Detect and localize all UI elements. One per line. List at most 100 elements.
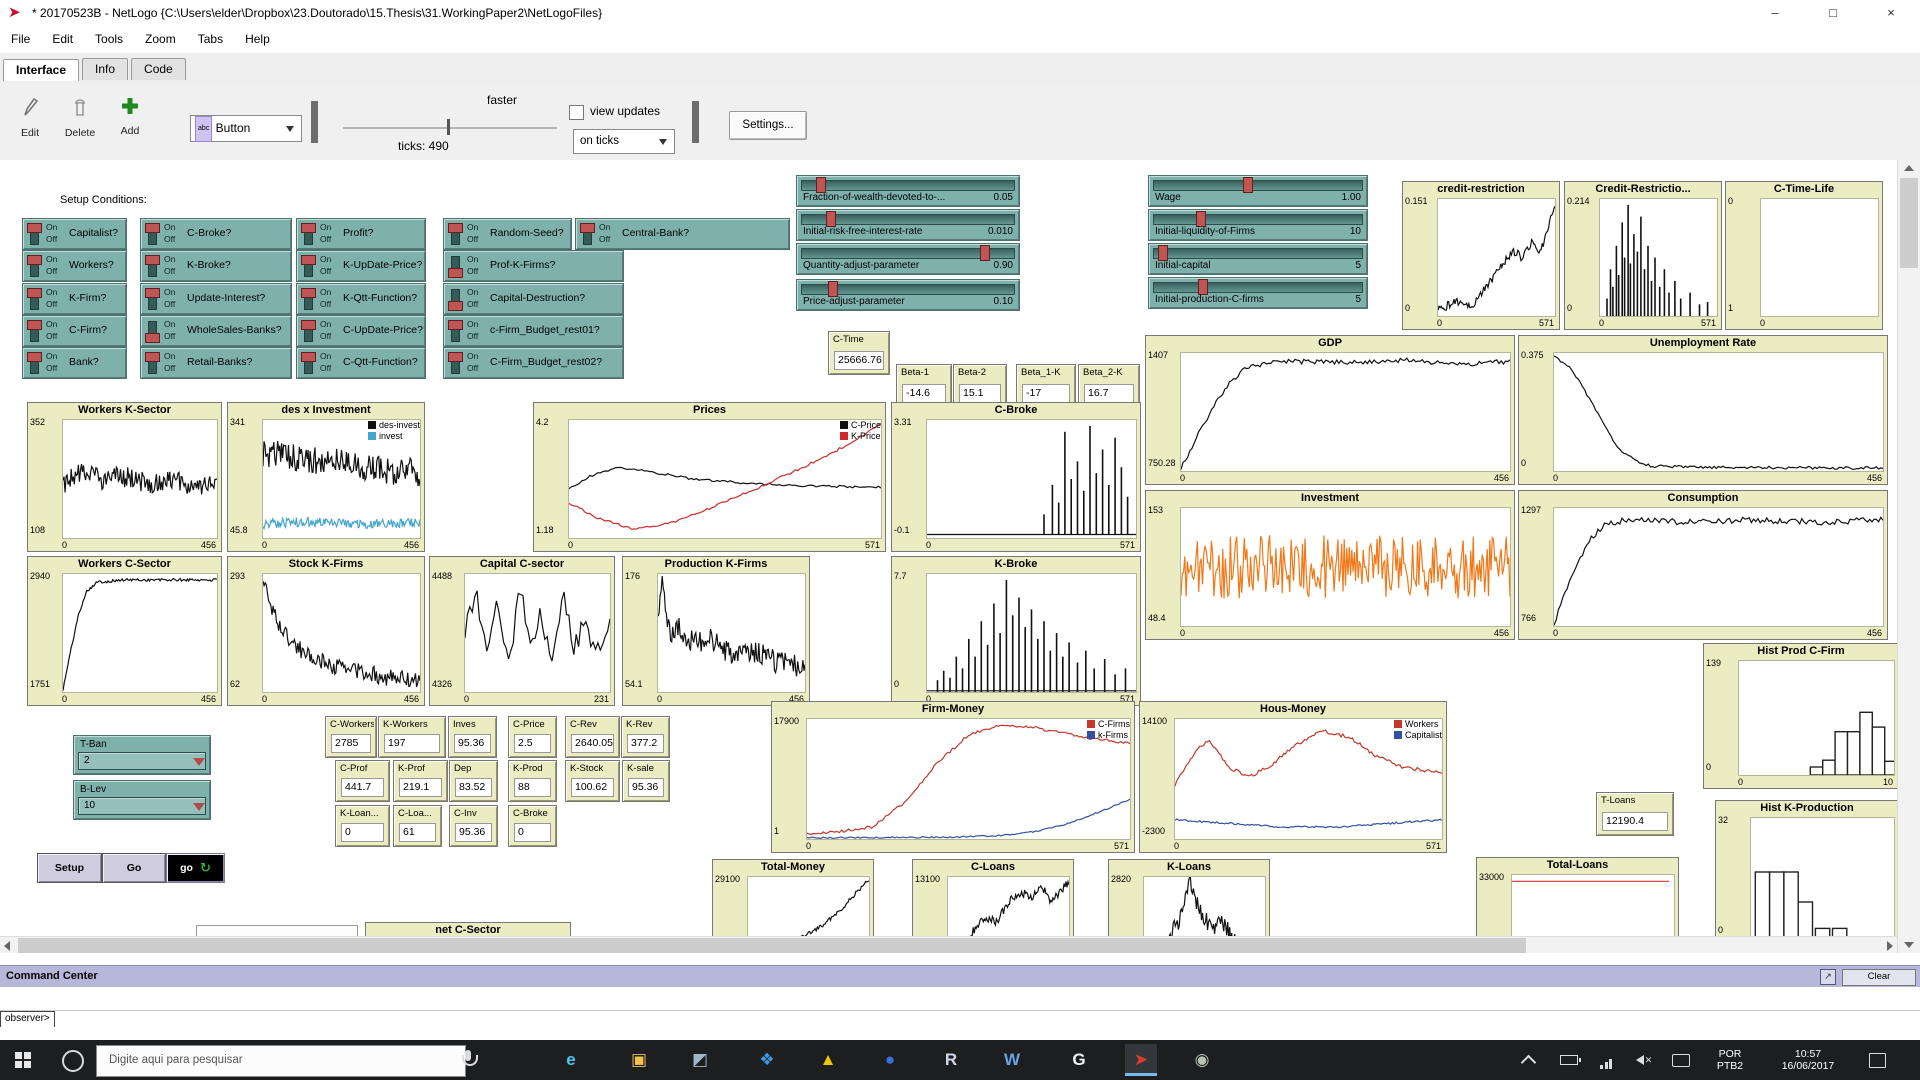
switch-handle[interactable] (27, 288, 42, 298)
tab-code[interactable]: Code (131, 58, 186, 80)
taskbar-app-edge-icon[interactable]: e (555, 1044, 587, 1076)
slider-handle[interactable] (826, 211, 837, 227)
taskbar-app-photos-icon[interactable]: ◩ (684, 1044, 716, 1076)
clock[interactable]: 10:57 16/06/2017 (1762, 1040, 1854, 1080)
switch-handle[interactable] (580, 223, 595, 233)
slider-quantity-adjust-parameter[interactable]: Quantity-adjust-parameter 0.90 (796, 243, 1020, 275)
button-go[interactable]: go ↻ (166, 853, 225, 883)
battery-icon[interactable] (1556, 1040, 1582, 1080)
switch-k-update-price[interactable]: On Off K-UpDate-Price? (296, 250, 426, 282)
command-center-output[interactable] (0, 987, 1920, 1010)
chooser-t-ban[interactable]: T-Ban 2 (73, 735, 211, 775)
taskbar-app-rstudio-icon[interactable]: R (935, 1044, 967, 1076)
slider-handle[interactable] (1197, 279, 1208, 295)
button-setup[interactable]: Setup (37, 853, 102, 883)
switch-handle[interactable] (301, 288, 316, 298)
switch-capitalist[interactable]: On Off Capitalist? (22, 218, 127, 250)
slider-price-adjust-parameter[interactable]: Price-adjust-parameter 0.10 (796, 279, 1020, 311)
cortana-icon[interactable] (62, 1050, 84, 1072)
menu-item-zoom[interactable]: Zoom (134, 26, 187, 53)
switch-wholesales-banks[interactable]: On Off WholeSales-Banks? (140, 315, 292, 347)
chooser-b-lev[interactable]: B-Lev 10 (73, 780, 211, 820)
slider-handle[interactable] (1195, 211, 1206, 227)
switch-handle[interactable] (448, 223, 463, 233)
slider-handle[interactable] (816, 177, 827, 193)
slider-handle[interactable] (979, 245, 990, 261)
menu-item-tools[interactable]: Tools (84, 26, 134, 53)
horizontal-scrollbar[interactable] (0, 936, 1897, 954)
switch-handle[interactable] (301, 255, 316, 265)
tab-info[interactable]: Info (82, 58, 129, 80)
menu-item-tabs[interactable]: Tabs (187, 26, 234, 53)
switch-c-broke[interactable]: On Off C-Broke? (140, 218, 292, 250)
volume-muted-icon[interactable]: ✕ (1630, 1040, 1658, 1080)
switch-c-firm-budget-rest01[interactable]: On Off c-Firm_Budget_rest01? (443, 315, 624, 347)
command-input-row[interactable]: observer> (0, 1010, 1920, 1028)
taskbar-search-input[interactable]: Digite aqui para pesquisar (96, 1045, 466, 1077)
switch-handle[interactable] (27, 352, 42, 362)
scroll-up-icon[interactable] (1904, 165, 1914, 171)
button-go[interactable]: Go (102, 853, 166, 883)
menu-item-help[interactable]: Help (234, 26, 281, 53)
slider-handle[interactable] (1157, 245, 1168, 261)
scroll-left-icon[interactable] (4, 941, 10, 951)
slider-handle[interactable] (828, 281, 839, 297)
switch-handle[interactable] (301, 320, 316, 330)
chooser-value[interactable]: 2 (78, 752, 206, 770)
add-widget-button[interactable]: Add (108, 95, 152, 137)
switch-retail-banks[interactable]: On Off Retail-Banks? (140, 347, 292, 379)
delete-tool-button[interactable]: Delete (58, 97, 102, 139)
action-center-icon[interactable] (1862, 1040, 1892, 1080)
taskbar-app-dropbox-icon[interactable]: ❖ (751, 1044, 783, 1076)
switch-k-qtt-function[interactable]: On Off K-Qtt-Function? (296, 283, 426, 315)
minimize-button[interactable]: – (1746, 0, 1804, 26)
speed-slider-handle[interactable] (447, 119, 450, 135)
close-button[interactable]: × (1862, 0, 1920, 26)
start-button[interactable] (0, 1040, 48, 1080)
switch-handle[interactable] (145, 255, 160, 265)
switch-handle[interactable] (145, 223, 160, 233)
speed-slider-track[interactable] (343, 127, 557, 129)
switch-handle[interactable] (27, 223, 42, 233)
tray-chevron-up-icon[interactable] (1516, 1040, 1540, 1080)
slider-wage[interactable]: Wage 1.00 (1148, 175, 1368, 207)
menu-item-file[interactable]: File (0, 26, 41, 53)
switch-profit[interactable]: On Off Profit? (296, 218, 426, 250)
taskbar-app-blue-app-icon[interactable]: ● (874, 1044, 906, 1076)
widget-type-dropdown[interactable]: abc Button (190, 115, 302, 142)
switch-handle[interactable] (145, 333, 160, 343)
maximize-button[interactable]: □ (1804, 0, 1862, 26)
switch-prof-k-firms[interactable]: On Off Prof-K-Firms? (443, 250, 624, 282)
switch-central-bank[interactable]: On Off Central-Bank? (575, 218, 790, 250)
expand-icon[interactable]: ↗ (1820, 969, 1836, 985)
switch-handle[interactable] (27, 255, 42, 265)
menu-item-edit[interactable]: Edit (41, 26, 84, 53)
microphone-icon[interactable] (458, 1049, 478, 1071)
switch-capital-destruction[interactable]: On Off Capital-Destruction? (443, 283, 624, 315)
taskbar-app-file-explorer-icon[interactable]: ▣ (623, 1044, 655, 1076)
switch-c-firm[interactable]: On Off C-Firm? (22, 315, 127, 347)
switch-handle[interactable] (145, 288, 160, 298)
taskbar-app-netlogo-icon[interactable]: ➤ (1125, 1044, 1157, 1076)
horizontal-scroll-thumb[interactable] (18, 938, 1526, 953)
switch-update-interest[interactable]: On Off Update-Interest? (140, 283, 292, 315)
switch-handle[interactable] (145, 352, 160, 362)
slider-initial-liquidity-of-firms[interactable]: Initial-liquidity-of-Firms 10 (1148, 209, 1368, 241)
slider-initial-capital[interactable]: Initial-capital 5 (1148, 243, 1368, 275)
vertical-scroll-thumb[interactable] (1900, 178, 1918, 268)
edit-tool-button[interactable]: Edit (8, 97, 52, 139)
settings-button[interactable]: Settings... (729, 111, 807, 140)
switch-k-firm[interactable]: On Off K-Firm? (22, 283, 127, 315)
switch-k-broke[interactable]: On Off K-Broke? (140, 250, 292, 282)
view-updates-checkbox[interactable] (569, 105, 584, 120)
chooser-value[interactable]: 10 (78, 797, 206, 815)
switch-handle[interactable] (448, 320, 463, 330)
clear-button[interactable]: Clear (1842, 969, 1916, 986)
switch-workers[interactable]: On Off Workers? (22, 250, 127, 282)
slider-initial-production-c-firms[interactable]: Initial-production-C-firms 5 (1148, 277, 1368, 309)
slider-initial-risk-free-interest-rate[interactable]: Initial-risk-free-interest-rate 0.010 (796, 209, 1020, 241)
taskbar-app-warning-app-icon[interactable]: ▲ (812, 1044, 844, 1076)
update-mode-dropdown[interactable]: on ticks (573, 129, 675, 154)
switch-c-firm-budget-rest02[interactable]: On Off C-Firm_Budget_rest02? (443, 347, 624, 379)
slider-fraction-of-wealth-devoted-to[interactable]: Fraction-of-wealth-devoted-to-... 0.05 (796, 175, 1020, 207)
